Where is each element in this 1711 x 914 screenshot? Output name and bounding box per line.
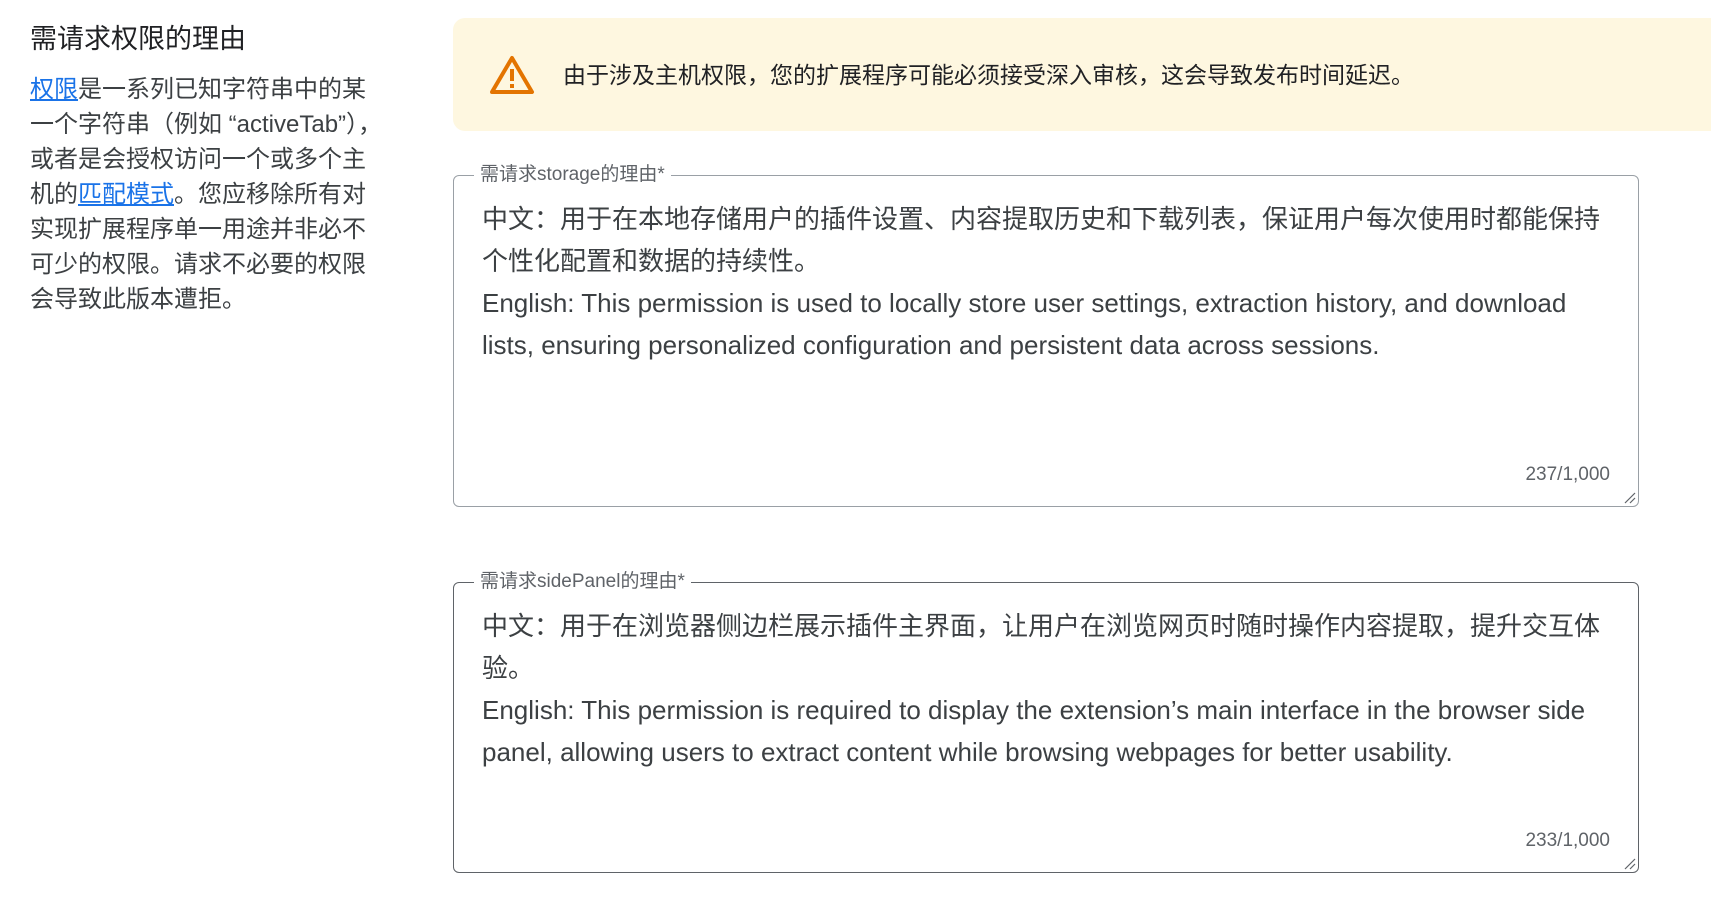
permission-justification-sidebar: 需请求权限的理由 权限是一系列已知字符串中的某一个字符串（例如 “activeT… — [30, 20, 385, 317]
storage-character-counter: 237/1,000 — [1525, 464, 1610, 485]
storage-justification-text[interactable]: 中文：用于在本地存储用户的插件设置、内容提取历史和下载列表，保证用户每次使用时都… — [482, 198, 1616, 366]
section-title: 需请求权限的理由 — [30, 24, 246, 54]
storage-justification-textarea[interactable]: 需请求storage的理由* 中文：用于在本地存储用户的插件设置、内容提取历史和… — [453, 163, 1639, 507]
warning-message: 由于涉及主机权限，您的扩展程序可能必须接受深入审核，这会导致发布时间延迟。 — [563, 61, 1414, 88]
section-description: 权限是一系列已知字符串中的某一个字符串（例如 “activeTab”），或者是会… — [30, 72, 385, 317]
storage-justification-label: 需请求storage的理由* — [474, 163, 671, 187]
sidepanel-justification-text[interactable]: 中文：用于在浏览器侧边栏展示插件主界面，让用户在浏览网页时随时操作内容提取，提升… — [482, 605, 1616, 773]
sidepanel-justification-textarea[interactable]: 需请求sidePanel的理由* 中文：用于在浏览器侧边栏展示插件主界面，让用户… — [453, 570, 1639, 873]
match-patterns-link[interactable]: 匹配模式 — [78, 181, 174, 208]
permissions-link[interactable]: 权限 — [30, 76, 78, 103]
resize-handle-icon[interactable] — [1622, 856, 1636, 870]
resize-handle-icon[interactable] — [1622, 490, 1636, 504]
warning-triangle-icon — [490, 55, 534, 94]
host-permission-warning-banner: 由于涉及主机权限，您的扩展程序可能必须接受深入审核，这会导致发布时间延迟。 — [453, 18, 1711, 131]
sidepanel-character-counter: 233/1,000 — [1525, 830, 1610, 851]
sidepanel-justification-label: 需请求sidePanel的理由* — [474, 570, 691, 594]
